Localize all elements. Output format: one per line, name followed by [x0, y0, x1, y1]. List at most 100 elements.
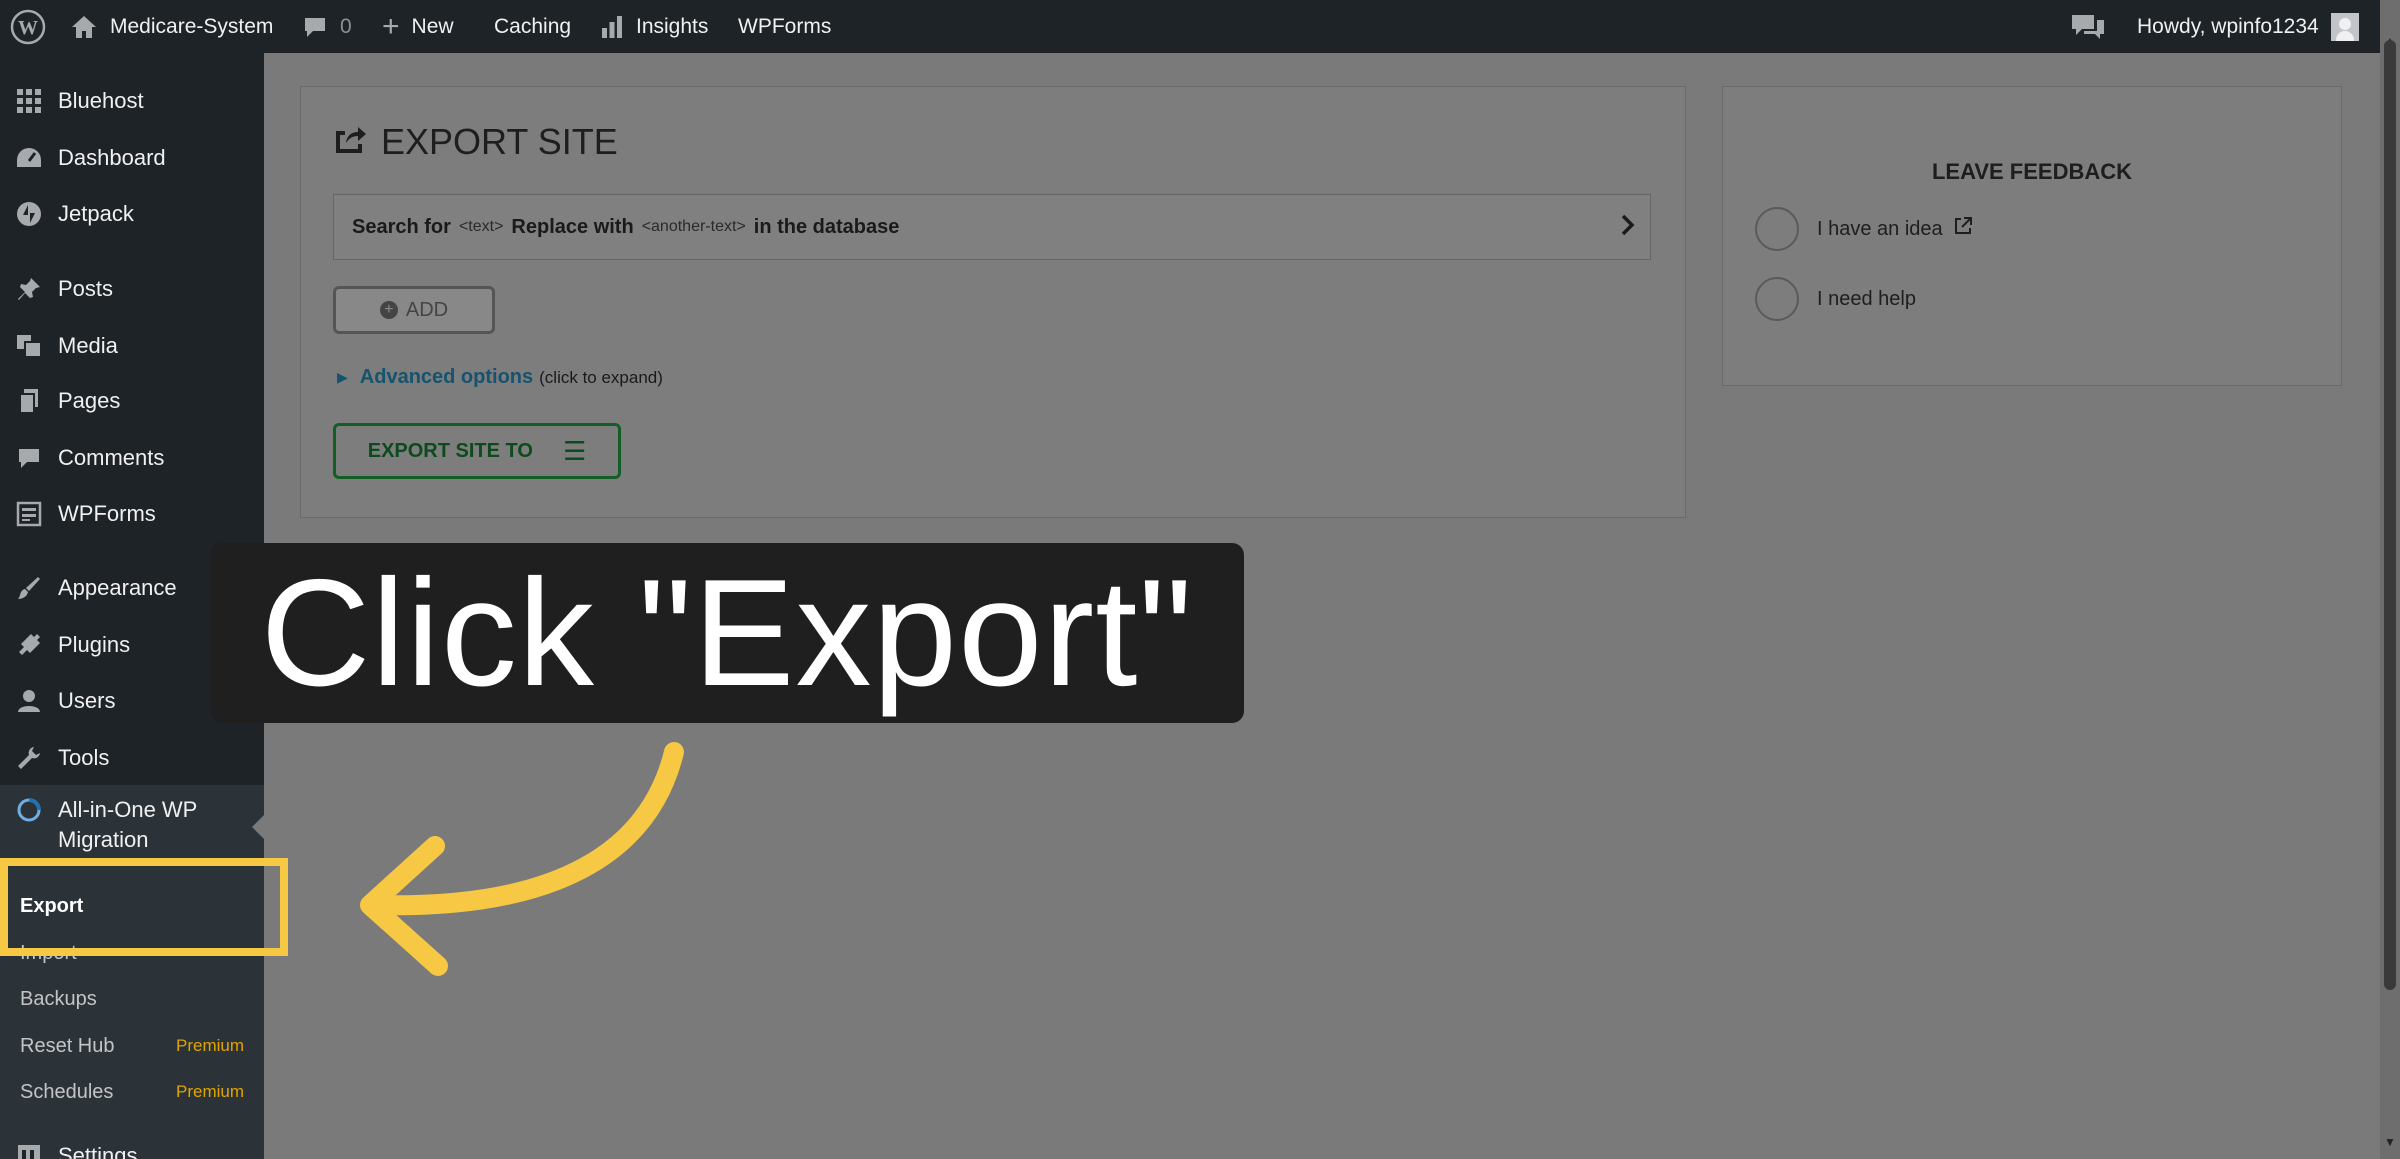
insights-label: Insights — [636, 14, 709, 38]
advanced-options-link[interactable]: Advanced options — [360, 366, 533, 389]
search-replace-row[interactable]: Search for <text> Replace with <another-… — [333, 194, 1651, 260]
howdy-text: Howdy, wpinfo1234 — [2137, 14, 2319, 38]
sidebar-item-media[interactable]: Media — [0, 321, 264, 371]
user-account-link[interactable]: Howdy, wpinfo1234 — [2137, 0, 2359, 53]
idea-label: I have an idea — [1817, 217, 1943, 240]
pin-icon — [0, 276, 58, 302]
chat-icon[interactable] — [2070, 0, 2106, 53]
chevron-right-icon — [1620, 212, 1636, 245]
idea-radio[interactable] — [1755, 207, 1799, 251]
plus-icon: + — [382, 9, 400, 43]
submenu-reset-hub[interactable]: Reset Hub Premium — [0, 1024, 264, 1068]
media-icon — [0, 333, 58, 359]
feedback-option-idea[interactable]: I have an idea — [1755, 207, 1973, 251]
submenu-reset-hub-label: Reset Hub — [20, 1034, 115, 1057]
dashboard-icon — [0, 145, 58, 171]
sidebar-item-label: Appearance — [58, 575, 177, 600]
export-site-panel: EXPORT SITE Search for <text> Replace wi… — [300, 86, 1686, 518]
sidebar-item-label: Dashboard — [58, 145, 166, 170]
brush-icon — [0, 575, 58, 601]
sidebar-item-tools[interactable]: Tools — [0, 733, 264, 783]
external-link-icon — [1953, 216, 1973, 242]
page-title: EXPORT SITE — [333, 121, 618, 163]
sidebar-item-pages[interactable]: Pages — [0, 376, 264, 426]
sidebar-item-label: WPForms — [58, 501, 156, 526]
site-name-link[interactable]: Medicare-System — [70, 0, 273, 53]
wordpress-logo-icon[interactable]: W — [10, 0, 46, 53]
feedback-title: LEAVE FEEDBACK — [1931, 159, 2133, 184]
text-token: <text> — [458, 218, 504, 235]
instruction-callout: Click "Export" — [210, 543, 1244, 723]
sidebar-item-comments[interactable]: Comments — [0, 433, 264, 483]
svg-text:W: W — [18, 17, 38, 39]
premium-badge: Premium — [175, 1082, 244, 1101]
caching-link[interactable]: Caching — [494, 0, 571, 53]
plug-icon — [0, 632, 58, 658]
avatar — [2330, 12, 2359, 41]
wpforms-label: WPForms — [738, 14, 832, 38]
plus-circle-icon: + — [379, 301, 398, 319]
sidebar-item-settings[interactable]: Settings — [0, 1131, 264, 1159]
sidebar-item-wpforms[interactable]: WPForms — [0, 489, 264, 539]
comments-link[interactable]: 0 — [302, 0, 352, 53]
help-label: I need help — [1817, 287, 1916, 310]
page-scrollbar[interactable]: ▲ ▼ — [2380, 0, 2400, 1159]
submenu-schedules-label: Schedules — [20, 1080, 114, 1103]
another-text-token: <another-text> — [641, 218, 746, 235]
comments-count: 0 — [340, 14, 352, 38]
insights-link[interactable]: Insights — [600, 0, 708, 53]
sidebar-item-label: All-in-One WP Migration — [58, 797, 197, 852]
export-site-to-button[interactable]: EXPORT SITE TO ☰ — [333, 423, 621, 479]
sidebar-item-jetpack[interactable]: Jetpack — [0, 189, 264, 239]
home-icon — [70, 14, 98, 40]
sidebar-item-label: Media — [58, 333, 118, 358]
page-title-text: EXPORT SITE — [381, 121, 618, 162]
form-icon — [0, 501, 58, 527]
sidebar-item-label: Tools — [58, 745, 110, 770]
sidebar-item-posts[interactable]: Posts — [0, 264, 264, 314]
export-highlight-box — [0, 858, 288, 956]
site-name: Medicare-System — [110, 14, 274, 38]
search-for-label: Search for — [352, 215, 451, 238]
sidebar-item-label: Jetpack — [58, 201, 134, 226]
leave-feedback-panel: LEAVE FEEDBACK I have an idea I need hel… — [1722, 86, 2342, 386]
sidebar-item-all-in-one-wp-migration[interactable]: All-in-One WP Migration — [0, 785, 264, 865]
in-database-label: in the database — [753, 215, 900, 238]
sidebar-item-label: Settings — [58, 1143, 138, 1159]
add-button[interactable]: + ADD — [333, 286, 495, 334]
advanced-options-toggle[interactable]: ▶ Advanced options (click to expand) — [337, 366, 663, 389]
sidebar-item-label: Users — [58, 688, 116, 713]
submenu-backups[interactable]: Backups — [0, 977, 264, 1021]
comment-icon — [0, 446, 58, 470]
replace-with-label: Replace with — [511, 215, 634, 238]
sidebar-item-bluehost[interactable]: Bluehost — [0, 76, 264, 126]
sidebar-item-label: Plugins — [58, 632, 131, 657]
triangle-right-icon: ▶ — [337, 369, 348, 385]
sidebar-item-label: Bluehost — [58, 88, 144, 113]
user-icon — [0, 688, 58, 714]
wpforms-link[interactable]: WPForms — [738, 0, 831, 53]
sidebar-item-label: Posts — [58, 276, 114, 301]
pointer-arrow-icon — [360, 742, 684, 976]
caching-label: Caching — [494, 14, 572, 38]
grid-icon — [0, 88, 58, 114]
jetpack-icon — [0, 201, 58, 227]
hamburger-menu-icon: ☰ — [562, 435, 587, 466]
sidebar-item-label: Pages — [58, 388, 121, 413]
submenu-backups-label: Backups — [20, 987, 97, 1010]
admin-bar: W Medicare-System 0 + New Caching Insigh… — [0, 0, 2400, 53]
advanced-options-hint: (click to expand) — [539, 367, 663, 387]
submenu-schedules[interactable]: Schedules Premium — [0, 1070, 264, 1114]
help-radio[interactable] — [1755, 277, 1799, 321]
settings-icon — [0, 1143, 58, 1159]
sidebar-item-dashboard[interactable]: Dashboard — [0, 133, 264, 183]
export-icon — [333, 123, 367, 162]
export-site-to-label: EXPORT SITE TO — [367, 439, 533, 462]
current-menu-notch — [252, 815, 264, 839]
new-content-link[interactable]: + New — [382, 0, 454, 53]
feedback-option-help[interactable]: I need help — [1755, 277, 1916, 321]
scroll-down-arrow-icon[interactable]: ▼ — [2380, 1135, 2400, 1153]
scroll-thumb[interactable] — [2384, 40, 2396, 990]
pages-icon — [0, 388, 58, 414]
add-button-label: ADD — [405, 298, 449, 321]
